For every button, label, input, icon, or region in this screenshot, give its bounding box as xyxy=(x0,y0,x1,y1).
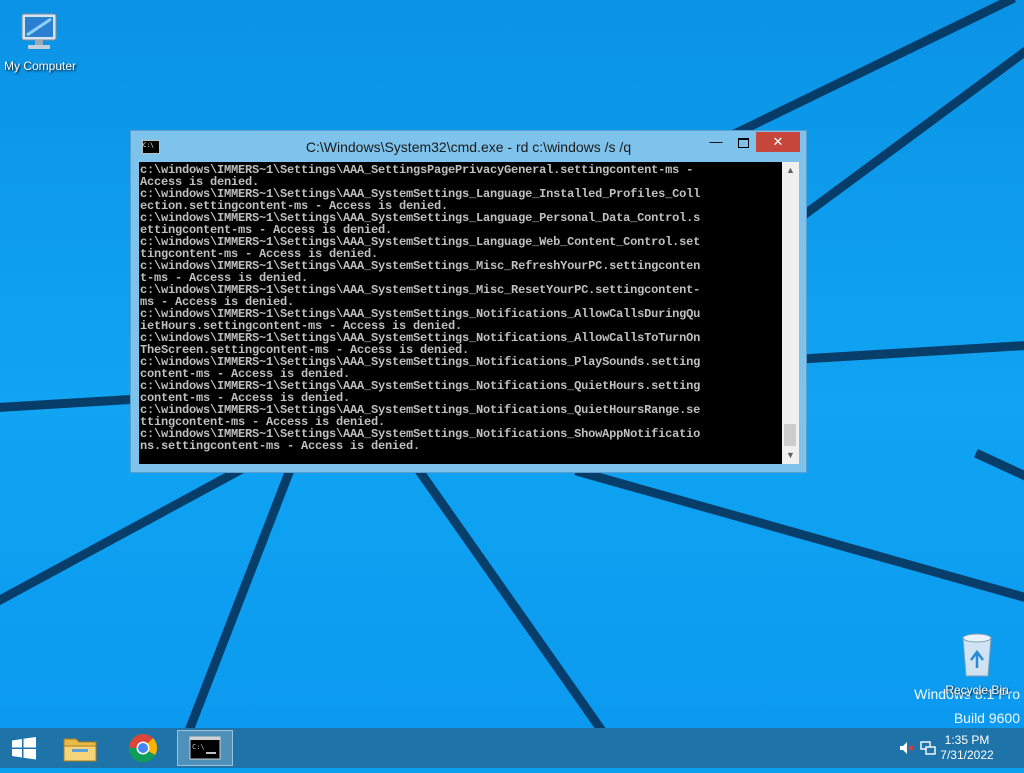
system-tray: 1:35 PM 7/31/2022 xyxy=(874,728,1024,768)
scroll-up-button[interactable]: ▲ xyxy=(782,162,799,179)
chrome-icon xyxy=(128,733,158,763)
desktop: My Computer Windows 8.1 Pro Build 9600 R… xyxy=(0,0,1024,728)
clock-time: 1:35 PM xyxy=(944,733,990,747)
desktop-icon-my-computer[interactable]: My Computer xyxy=(2,10,78,73)
cmd-window[interactable]: C:\ C:\Windows\System32\cmd.exe - rd c:\… xyxy=(130,130,807,473)
scroll-down-button[interactable]: ▼ xyxy=(782,447,799,464)
clock[interactable]: 1:35 PM 7/31/2022 xyxy=(932,733,1002,763)
desktop-icon-label: My Computer xyxy=(3,59,77,73)
taskbar-item-chrome[interactable] xyxy=(115,730,171,766)
speaker-muted-icon[interactable] xyxy=(898,740,914,756)
desktop-icon-recycle-bin[interactable]: Recycle Bin xyxy=(940,630,1014,697)
title-bar[interactable]: C:\ C:\Windows\System32\cmd.exe - rd c:\… xyxy=(131,131,806,163)
recycle-bin-icon xyxy=(962,633,992,677)
taskbar: C:\ 1:35 PM 7/31/2022 xyxy=(0,728,1024,768)
close-button[interactable]: ✕ xyxy=(756,132,800,152)
cmd-icon: C:\ xyxy=(189,736,221,760)
taskbar-item-explorer[interactable] xyxy=(52,730,108,766)
scroll-thumb[interactable] xyxy=(784,424,796,446)
minimize-icon: — xyxy=(709,134,723,149)
computer-icon xyxy=(21,13,57,49)
windows-logo-icon xyxy=(12,737,36,760)
console-line: ns.settingcontent-ms - Access is denied. xyxy=(140,439,421,453)
close-icon: ✕ xyxy=(772,134,784,149)
console-output[interactable]: c:\windows\IMMERS~1\Settings\AAA_Setting… xyxy=(139,162,782,464)
svg-text:C:\: C:\ xyxy=(192,743,205,751)
minimize-button[interactable]: — xyxy=(703,132,729,152)
desktop-icon-label: Recycle Bin xyxy=(945,683,1009,697)
watermark-build: Build 9600 xyxy=(953,710,1020,726)
start-button[interactable] xyxy=(0,728,48,768)
vertical-scrollbar[interactable]: ▲ ▼ xyxy=(782,162,799,464)
maximize-icon xyxy=(737,137,749,148)
maximize-button[interactable] xyxy=(730,132,756,152)
taskbar-item-cmd[interactable]: C:\ xyxy=(177,730,233,766)
console-lines: c:\windows\IMMERS~1\Settings\AAA_Setting… xyxy=(139,162,782,452)
clock-date: 7/31/2022 xyxy=(940,748,994,762)
file-explorer-icon xyxy=(63,738,97,762)
